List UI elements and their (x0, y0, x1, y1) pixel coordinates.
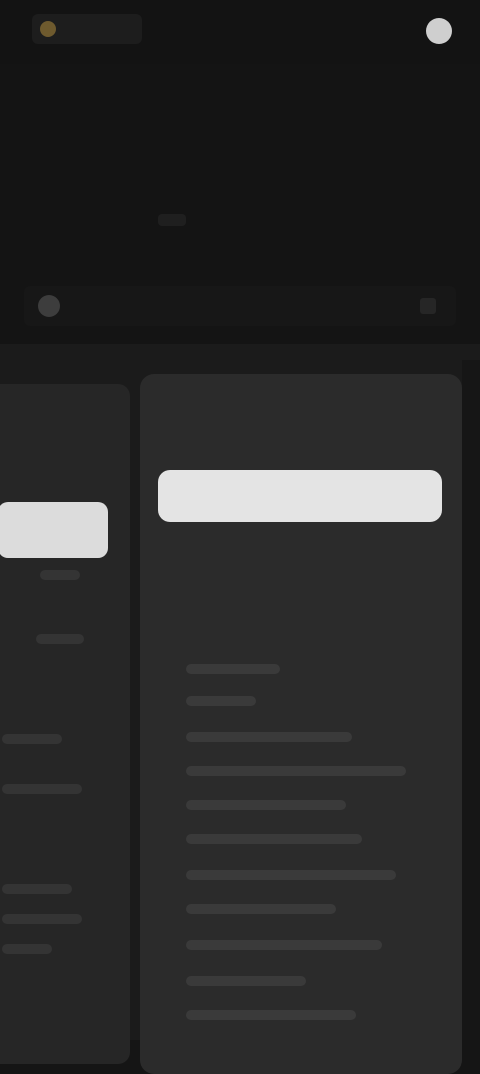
side-card-line (2, 734, 62, 744)
side-card-line (2, 884, 72, 894)
side-card-line (40, 570, 80, 580)
user-avatar-icon[interactable] (426, 18, 452, 44)
side-card-line (2, 784, 82, 794)
side-card-line (2, 914, 82, 924)
list-item (186, 696, 256, 706)
list-item (186, 664, 280, 674)
hero-tabs (120, 214, 186, 226)
page-edge (462, 360, 480, 1040)
app-logo[interactable] (32, 14, 142, 44)
search-submit-icon[interactable] (420, 298, 436, 314)
list-item (186, 834, 362, 844)
content-area (0, 344, 480, 1074)
search-icon (38, 295, 60, 317)
top-bar (0, 0, 480, 64)
side-card-button[interactable] (0, 502, 108, 558)
hero-tab-1[interactable] (120, 214, 136, 226)
hero-tab-2[interactable] (158, 214, 186, 226)
main-card (140, 374, 462, 1074)
list-item (186, 976, 306, 986)
list-item (186, 766, 406, 776)
primary-action-button[interactable] (158, 470, 442, 522)
list-item (186, 1010, 356, 1020)
hero-section (0, 64, 480, 344)
side-card-line (2, 944, 52, 954)
list-item (186, 732, 352, 742)
list-item (186, 870, 396, 880)
side-card-line (36, 634, 84, 644)
side-card[interactable] (0, 384, 130, 1064)
list-item (186, 800, 346, 810)
list-item (186, 904, 336, 914)
top-actions (426, 18, 452, 44)
search-bar[interactable] (24, 286, 456, 326)
logo-icon (40, 21, 56, 37)
list-item (186, 940, 382, 950)
